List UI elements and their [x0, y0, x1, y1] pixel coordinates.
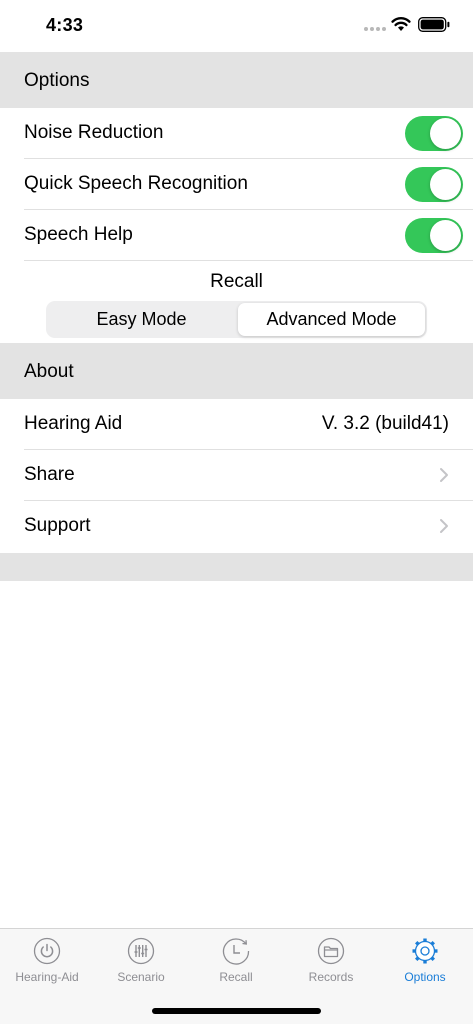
share-row[interactable]: Share	[0, 450, 473, 501]
noise-reduction-toggle[interactable]	[405, 116, 463, 151]
support-row[interactable]: Support	[0, 501, 473, 553]
quick-speech-recognition-label: Quick Speech Recognition	[24, 173, 248, 194]
speech-help-row: Speech Help	[0, 210, 473, 261]
app-name-label: Hearing Aid	[24, 413, 123, 434]
tab-hearing-aid[interactable]: Hearing-Aid	[0, 929, 94, 999]
recall-mode-label: Recall	[210, 271, 263, 292]
tab-label: Recall	[219, 970, 253, 984]
chevron-right-icon	[440, 468, 448, 482]
tab-scenario[interactable]: Scenario	[94, 929, 188, 999]
advanced-mode-segment[interactable]: Advanced Mode	[238, 303, 425, 336]
tab-recall[interactable]: Recall	[189, 929, 283, 999]
easy-mode-segment[interactable]: Easy Mode	[48, 303, 235, 336]
noise-reduction-row: Noise Reduction	[0, 108, 473, 159]
quick-speech-recognition-toggle[interactable]	[405, 167, 463, 202]
share-label: Share	[24, 464, 75, 485]
tab-label: Hearing-Aid	[15, 970, 79, 984]
noise-reduction-label: Noise Reduction	[24, 122, 164, 143]
power-icon	[33, 937, 61, 965]
tab-options[interactable]: Options	[378, 929, 472, 999]
about-header-label: About	[24, 361, 74, 382]
tab-records[interactable]: Records	[284, 929, 378, 999]
cellular-signal-icon	[364, 27, 386, 31]
clock-icon	[222, 938, 250, 965]
options-header-label: Options	[24, 70, 90, 91]
support-label: Support	[24, 515, 91, 536]
home-indicator[interactable]	[152, 1008, 321, 1014]
toggle-knob	[430, 169, 461, 200]
tab-label: Records	[308, 970, 354, 984]
gear-icon	[412, 938, 438, 964]
status-bar: 4:33	[0, 0, 473, 52]
chevron-right-icon	[440, 519, 448, 533]
app-version-value: V. 3.2 (build41)	[321, 413, 449, 434]
section-footer	[0, 553, 473, 581]
app-version-row: Hearing Aid V. 3.2 (build41)	[0, 399, 473, 450]
speech-help-label: Speech Help	[24, 224, 133, 245]
sliders-icon	[127, 937, 155, 965]
tab-label: Scenario	[117, 970, 165, 984]
about-section-header: About	[0, 343, 473, 399]
toggle-knob	[430, 118, 461, 149]
battery-icon	[418, 17, 450, 32]
recall-mode-segmented-control: Easy Mode Advanced Mode	[46, 301, 427, 338]
wifi-icon	[391, 17, 411, 31]
row-separator	[24, 260, 473, 261]
folder-icon	[317, 937, 345, 965]
speech-help-toggle[interactable]	[405, 218, 463, 253]
options-section-header: Options	[0, 52, 473, 108]
toggle-knob	[430, 220, 461, 251]
quick-speech-recognition-row: Quick Speech Recognition	[0, 159, 473, 210]
tab-label: Options	[404, 970, 446, 984]
status-time: 4:33	[46, 15, 84, 35]
